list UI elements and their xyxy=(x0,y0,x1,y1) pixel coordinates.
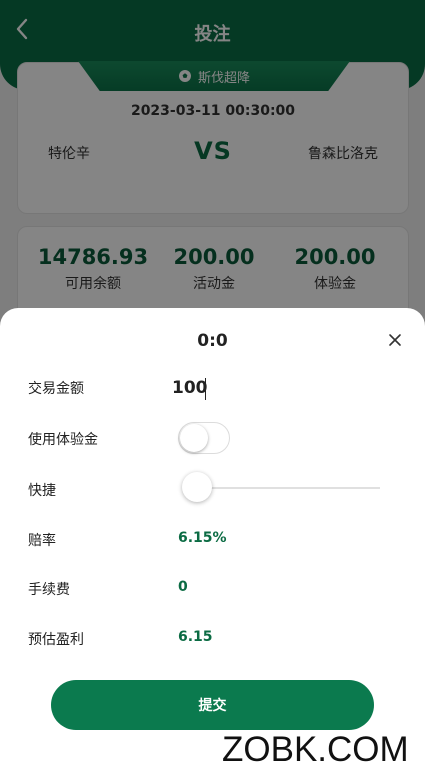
use-trial-label: 使用体验金 xyxy=(28,432,98,448)
fee-label: 手续费 xyxy=(28,582,70,598)
profit-label: 预估盈利 xyxy=(28,632,84,648)
amount-input[interactable] xyxy=(172,374,372,402)
toggle-knob xyxy=(180,424,208,452)
close-icon xyxy=(389,334,401,346)
submit-button[interactable]: 提交 xyxy=(51,680,374,730)
watermark: ZOBK.COM xyxy=(222,730,409,769)
odds-label: 赔率 xyxy=(28,533,56,549)
profit-value: 6.15 xyxy=(178,629,213,645)
text-caret xyxy=(205,378,206,400)
fee-value: 0 xyxy=(178,579,188,595)
close-button[interactable] xyxy=(387,332,403,348)
use-trial-toggle[interactable] xyxy=(178,422,230,454)
odds-value: 6.15% xyxy=(178,530,227,546)
quick-label: 快捷 xyxy=(28,483,56,499)
bet-sheet: 0:0 交易金额 使用体验金 快捷 赔率 6.15% 手续费 0 预估盈利 6.… xyxy=(0,308,425,779)
quick-slider-track[interactable] xyxy=(190,487,380,489)
quick-slider-thumb[interactable] xyxy=(182,472,212,502)
sheet-title: 0:0 xyxy=(197,331,228,351)
amount-label: 交易金额 xyxy=(28,381,84,397)
